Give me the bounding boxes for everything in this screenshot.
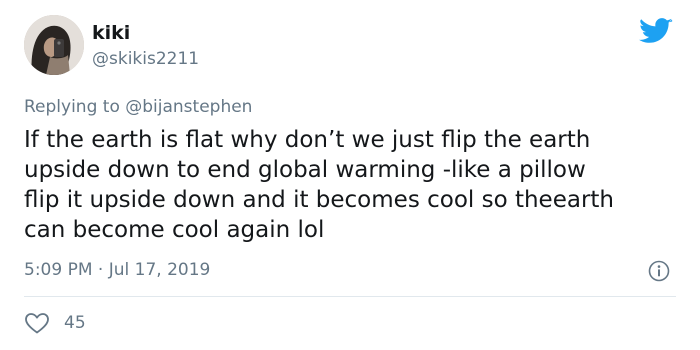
tweet-timestamp[interactable]: 5:09 PM · Jul 17, 2019 <box>24 258 210 282</box>
reply-prefix: Replying to <box>24 97 126 117</box>
avatar[interactable] <box>24 15 84 75</box>
user-handle[interactable]: @skikis2211 <box>92 47 199 71</box>
divider <box>24 296 676 297</box>
tweet-text-line: upside down to end global warming -like … <box>24 157 586 183</box>
tweet-text-line: If the earth is flat why don’t we just f… <box>24 127 591 153</box>
reply-mention-link[interactable]: @bijanstephen <box>125 97 252 117</box>
like-count: 45 <box>64 313 86 333</box>
heart-icon <box>25 313 49 334</box>
tweet-text-line: can become cool again lol <box>24 217 325 243</box>
info-icon[interactable] <box>648 260 670 282</box>
tweet-text: If the earth is flat why don’t we just f… <box>24 125 684 245</box>
twitter-bird-icon[interactable] <box>639 18 673 46</box>
like-button[interactable]: 45 <box>24 310 86 336</box>
tweet-text-line: flip it upside down and it becomes cool … <box>24 187 615 213</box>
tweet-card: kiki @skikis2211 Replying to @bijansteph… <box>0 0 700 350</box>
reply-context: Replying to @bijanstephen <box>24 95 252 119</box>
user-display-name[interactable]: kiki <box>92 21 130 45</box>
